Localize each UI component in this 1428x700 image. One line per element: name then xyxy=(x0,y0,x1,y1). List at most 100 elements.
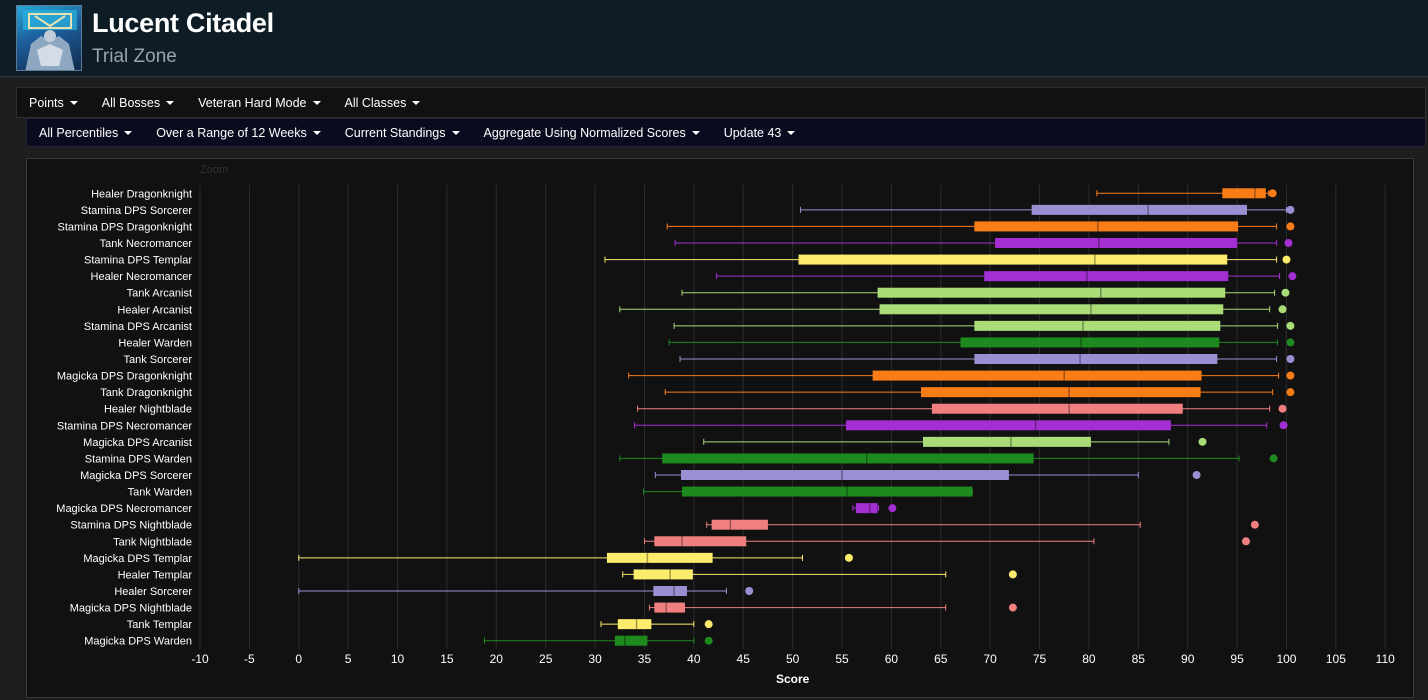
dropdown-label: Current Standings xyxy=(344,125,446,140)
x-tick-label: 75 xyxy=(1033,652,1047,666)
category-label: Magicka DPS Necromancer xyxy=(56,503,192,515)
category-label: Stamina DPS Necromancer xyxy=(57,420,192,432)
boxplot-svg: -10 -5 0 5 10 15 20 25 30 35 40 45 50 55 60 65 70 75 80 85 9… xyxy=(56,185,1395,686)
outlier-point xyxy=(1008,570,1017,579)
page-title: Lucent Citadel xyxy=(92,8,274,38)
outlier-point xyxy=(1282,255,1291,264)
dropdown-label: Aggregate Using Normalized Scores xyxy=(483,125,686,140)
outlier-point xyxy=(704,636,713,645)
iqr-box xyxy=(877,287,1226,298)
aggregate-dropdown[interactable]: Aggregate Using Normalized Scores xyxy=(472,126,712,140)
iqr-box xyxy=(931,403,1183,414)
caret-down-icon xyxy=(69,100,78,105)
raid-emblem-icon xyxy=(16,5,82,71)
iqr-box xyxy=(921,387,1201,398)
caret-down-icon xyxy=(412,100,421,105)
x-tick-label: -10 xyxy=(191,652,209,666)
range-dropdown[interactable]: Over a Range of 12 Weeks xyxy=(144,126,333,140)
iqr-box xyxy=(614,635,648,646)
points-dropdown[interactable]: Points xyxy=(17,96,90,110)
standings-dropdown[interactable]: Current Standings xyxy=(333,126,472,140)
caret-down-icon xyxy=(451,130,460,135)
x-tick-label: 20 xyxy=(490,652,504,666)
outlier-point xyxy=(1281,288,1290,297)
category-label: Healer Templar xyxy=(118,569,193,581)
caret-down-icon xyxy=(787,130,796,135)
outlier-point xyxy=(1286,371,1295,380)
iqr-box xyxy=(798,254,1228,265)
dropdown-label: All Percentiles xyxy=(39,125,119,140)
bosses-dropdown[interactable]: All Bosses xyxy=(90,96,186,110)
dropdown-label: Points xyxy=(29,95,64,110)
outlier-point xyxy=(1286,321,1295,330)
category-label: Stamina DPS Arcanist xyxy=(84,321,192,333)
x-tick-label: -5 xyxy=(244,652,255,666)
category-label: Healer Sorcerer xyxy=(114,586,192,598)
outlier-point xyxy=(1288,272,1297,281)
x-tick-label: 30 xyxy=(588,652,602,666)
x-tick-label: 35 xyxy=(638,652,652,666)
caret-down-icon xyxy=(124,130,133,135)
category-label: Healer Nightblade xyxy=(104,404,192,416)
x-tick-label: 85 xyxy=(1132,652,1146,666)
outlier-point xyxy=(1284,239,1293,247)
x-tick-label: 80 xyxy=(1082,652,1096,666)
outlier-point xyxy=(1286,222,1295,231)
iqr-box xyxy=(872,370,1202,381)
outlier-point xyxy=(1008,603,1017,612)
percentiles-dropdown[interactable]: All Percentiles xyxy=(27,126,144,140)
outlier-point xyxy=(1198,437,1207,446)
iqr-box xyxy=(1222,188,1266,199)
category-label: Stamina DPS Nightblade xyxy=(70,520,192,532)
category-label: Tank Templar xyxy=(127,619,193,631)
dropdown-label: All Classes xyxy=(344,95,407,110)
iqr-box xyxy=(995,238,1238,248)
category-label: Tank Warden xyxy=(128,487,192,499)
dropdown-label: All Bosses xyxy=(101,95,161,110)
category-label: Stamina DPS Dragonknight xyxy=(57,221,192,233)
dropdown-label: Update 43 xyxy=(723,125,782,140)
x-tick-label: 100 xyxy=(1276,652,1296,666)
category-label: Magicka DPS Templar xyxy=(83,553,192,565)
iqr-box xyxy=(606,552,713,563)
iqr-box xyxy=(984,271,1229,282)
category-label: Stamina DPS Templar xyxy=(84,255,192,267)
x-tick-label: 90 xyxy=(1181,652,1195,666)
category-label: Tank Nightblade xyxy=(113,536,192,548)
classes-dropdown[interactable]: All Classes xyxy=(333,96,433,110)
page-header: Lucent Citadel Trial Zone xyxy=(0,0,1428,77)
outlier-point xyxy=(1279,421,1288,430)
outlier-point xyxy=(1250,520,1259,529)
outlier-point xyxy=(1286,355,1295,363)
dropdown-label: Over a Range of 12 Weeks xyxy=(156,125,307,140)
x-tick-label: 40 xyxy=(687,652,701,666)
outlier-point xyxy=(1286,388,1295,397)
outlier-point xyxy=(1192,471,1201,479)
iqr-box xyxy=(617,619,652,630)
page-subtitle: Trial Zone xyxy=(92,46,177,67)
category-label: Magicka DPS Nightblade xyxy=(70,603,192,615)
category-label: Magicka DPS Sorcerer xyxy=(80,470,192,482)
x-tick-label: 65 xyxy=(934,652,948,666)
iqr-box xyxy=(653,586,687,596)
difficulty-dropdown[interactable]: Veteran Hard Mode xyxy=(186,96,332,110)
category-label: Magicka DPS Warden xyxy=(84,636,192,648)
iqr-box xyxy=(662,453,1034,464)
category-label: Tank Dragonknight xyxy=(100,387,192,399)
category-label: Magicka DPS Dragonknight xyxy=(57,371,192,383)
iqr-box xyxy=(845,420,1171,431)
x-tick-label: 0 xyxy=(295,652,302,666)
primary-filter-bar: Points All Bosses Veteran Hard Mode All … xyxy=(16,87,1426,118)
caret-down-icon xyxy=(312,100,321,105)
iqr-box xyxy=(974,354,1218,364)
x-tick-label: 50 xyxy=(786,652,800,666)
score-boxplot-chart: Zoom -10 -5 0 5 10 15 20 25 30 35 40 45 50 55 60 65 70 75… xyxy=(26,158,1414,698)
update-dropdown[interactable]: Update 43 xyxy=(712,126,808,140)
iqr-box xyxy=(711,519,768,530)
category-label: Tank Arcanist xyxy=(127,288,192,300)
iqr-box xyxy=(855,503,878,514)
iqr-box xyxy=(654,602,685,613)
outlier-point xyxy=(704,620,713,629)
category-label: Healer Warden xyxy=(118,337,192,349)
caret-down-icon xyxy=(691,130,700,135)
